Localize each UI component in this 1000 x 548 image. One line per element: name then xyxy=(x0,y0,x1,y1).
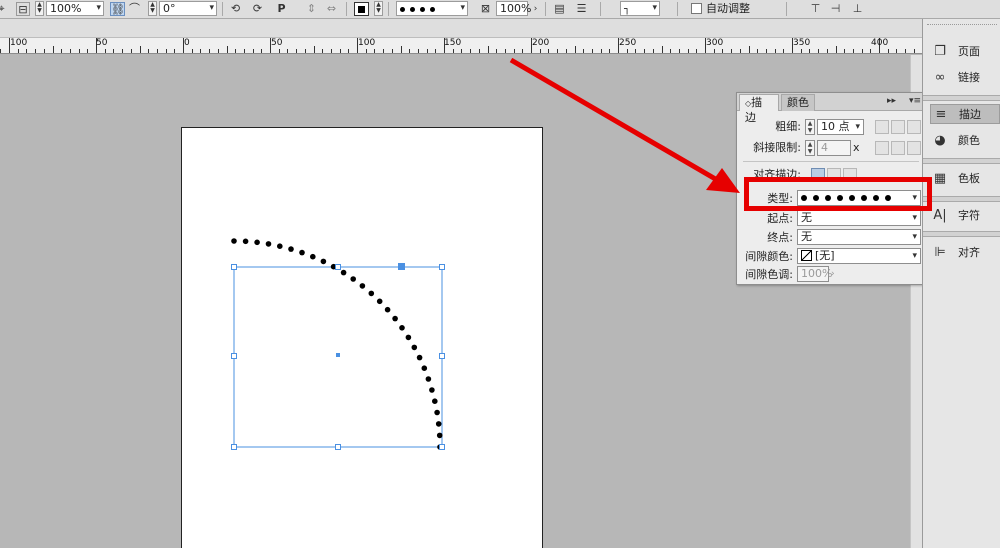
tab-color[interactable]: 颜色 xyxy=(781,94,815,111)
miter-field[interactable]: 4 xyxy=(817,140,851,156)
dock-divider xyxy=(923,196,1000,202)
arc-dot xyxy=(435,421,442,427)
divider xyxy=(743,161,919,162)
cap-round-icon[interactable] xyxy=(891,120,905,134)
start-label: 起点: xyxy=(767,212,793,225)
start-select[interactable]: 无 ▾ xyxy=(797,210,921,226)
end-select[interactable]: 无 ▾ xyxy=(797,229,921,245)
cap-butt-icon[interactable] xyxy=(875,120,889,134)
dock-item-align[interactable]: ⊫ 对齐 xyxy=(930,242,1000,262)
arc-dot xyxy=(436,432,443,439)
arc-dot xyxy=(299,249,305,256)
arc-dot xyxy=(421,365,428,372)
chevron-right-icon[interactable]: › xyxy=(831,267,839,281)
resize-handle[interactable] xyxy=(231,264,237,270)
dock-item-character[interactable]: A| 字符 xyxy=(930,205,1000,225)
align-icon: ⊫ xyxy=(934,244,946,260)
end-label: 终点: xyxy=(767,231,793,244)
arc-dot xyxy=(254,239,260,246)
resize-handle[interactable] xyxy=(231,353,237,359)
cap-square-icon[interactable] xyxy=(907,120,921,134)
arc-dot xyxy=(242,238,249,245)
arc-dot xyxy=(376,298,383,305)
dock-item-stroke[interactable]: ≡ 描边 xyxy=(930,104,1000,124)
pages-icon: ❐ xyxy=(934,43,946,59)
panel-menu-icon[interactable]: ▾≡ xyxy=(909,96,921,106)
frame-center-point xyxy=(336,353,340,357)
tab-stroke[interactable]: ◇描边 xyxy=(739,94,779,124)
weight-spinner[interactable]: ▲ ▼ xyxy=(805,119,815,135)
resize-handle[interactable] xyxy=(439,264,445,270)
color-icon: ◕ xyxy=(934,132,946,148)
stroke-panel-tabbar: ◇描边 颜色 ▸▸ ▾≡ xyxy=(737,93,925,124)
gap-tint-label: 间隙色调: xyxy=(745,268,793,281)
dock-divider xyxy=(923,158,1000,164)
arc-dot xyxy=(288,246,294,252)
none-swatch-icon xyxy=(801,250,812,261)
dock-divider xyxy=(923,95,1000,101)
resize-handle[interactable] xyxy=(335,264,341,270)
dock-item-links[interactable]: ∞ 链接 xyxy=(930,67,1000,87)
arc-dot xyxy=(231,238,237,244)
miter-label: 斜接限制: xyxy=(753,141,801,154)
arc-dot xyxy=(411,344,418,351)
live-corner-handle[interactable] xyxy=(398,263,405,270)
resize-handle[interactable] xyxy=(439,353,445,359)
arc-dot xyxy=(405,334,412,341)
gap-tint-field[interactable]: 100% xyxy=(797,266,832,282)
arc-dot xyxy=(432,398,438,405)
gap-color-label: 间隙颜色: xyxy=(745,250,793,263)
dock-grip[interactable] xyxy=(927,24,997,28)
resize-handle[interactable] xyxy=(335,444,341,450)
arc-dot xyxy=(340,269,347,276)
dock-item-swatches[interactable]: ▦ 色板 xyxy=(930,168,1000,188)
weight-field[interactable]: 10 点 ▾ xyxy=(817,119,864,135)
arc-dot xyxy=(310,253,316,260)
arc-dot xyxy=(392,315,398,322)
dock-divider xyxy=(923,231,1000,237)
links-icon: ∞ xyxy=(934,69,946,85)
join-bevel-icon[interactable] xyxy=(907,141,921,155)
miter-unit: x xyxy=(853,141,860,154)
dock-item-color[interactable]: ◕ 颜色 xyxy=(930,130,1000,150)
resize-handle[interactable] xyxy=(439,444,445,450)
miter-spinner[interactable]: ▲ ▼ xyxy=(805,140,815,156)
weight-label: 粗细: xyxy=(775,120,801,133)
collapse-icon[interactable]: ▸▸ xyxy=(887,96,896,106)
gap-color-select[interactable]: [无] ▾ xyxy=(797,248,921,264)
arc-dot xyxy=(368,290,375,297)
arc-dot xyxy=(265,241,272,247)
arc-dot xyxy=(434,409,440,416)
swatches-icon: ▦ xyxy=(933,170,947,186)
arc-dot xyxy=(416,354,423,361)
join-round-icon[interactable] xyxy=(891,141,905,155)
arc-dot xyxy=(320,258,327,265)
dock-item-pages[interactable]: ❐ 页面 xyxy=(930,41,1000,61)
arc-dot xyxy=(429,387,435,393)
highlight-box xyxy=(744,177,932,211)
arc-dot xyxy=(359,283,366,289)
arc-dot xyxy=(350,276,357,282)
arc-dot xyxy=(425,376,432,382)
arc-dot xyxy=(277,243,283,249)
panel-dock: ❐ 页面 ∞ 链接 ≡ 描边 ◕ 颜色 ▦ 色板 A| 字符 ⊫ 对齐 xyxy=(922,19,1000,548)
arc-dot xyxy=(399,325,405,331)
arc-dot xyxy=(384,306,391,313)
join-miter-icon[interactable] xyxy=(875,141,889,155)
resize-handle[interactable] xyxy=(231,444,237,450)
stroke-icon: ≡ xyxy=(935,106,947,122)
character-icon: A| xyxy=(933,207,947,223)
